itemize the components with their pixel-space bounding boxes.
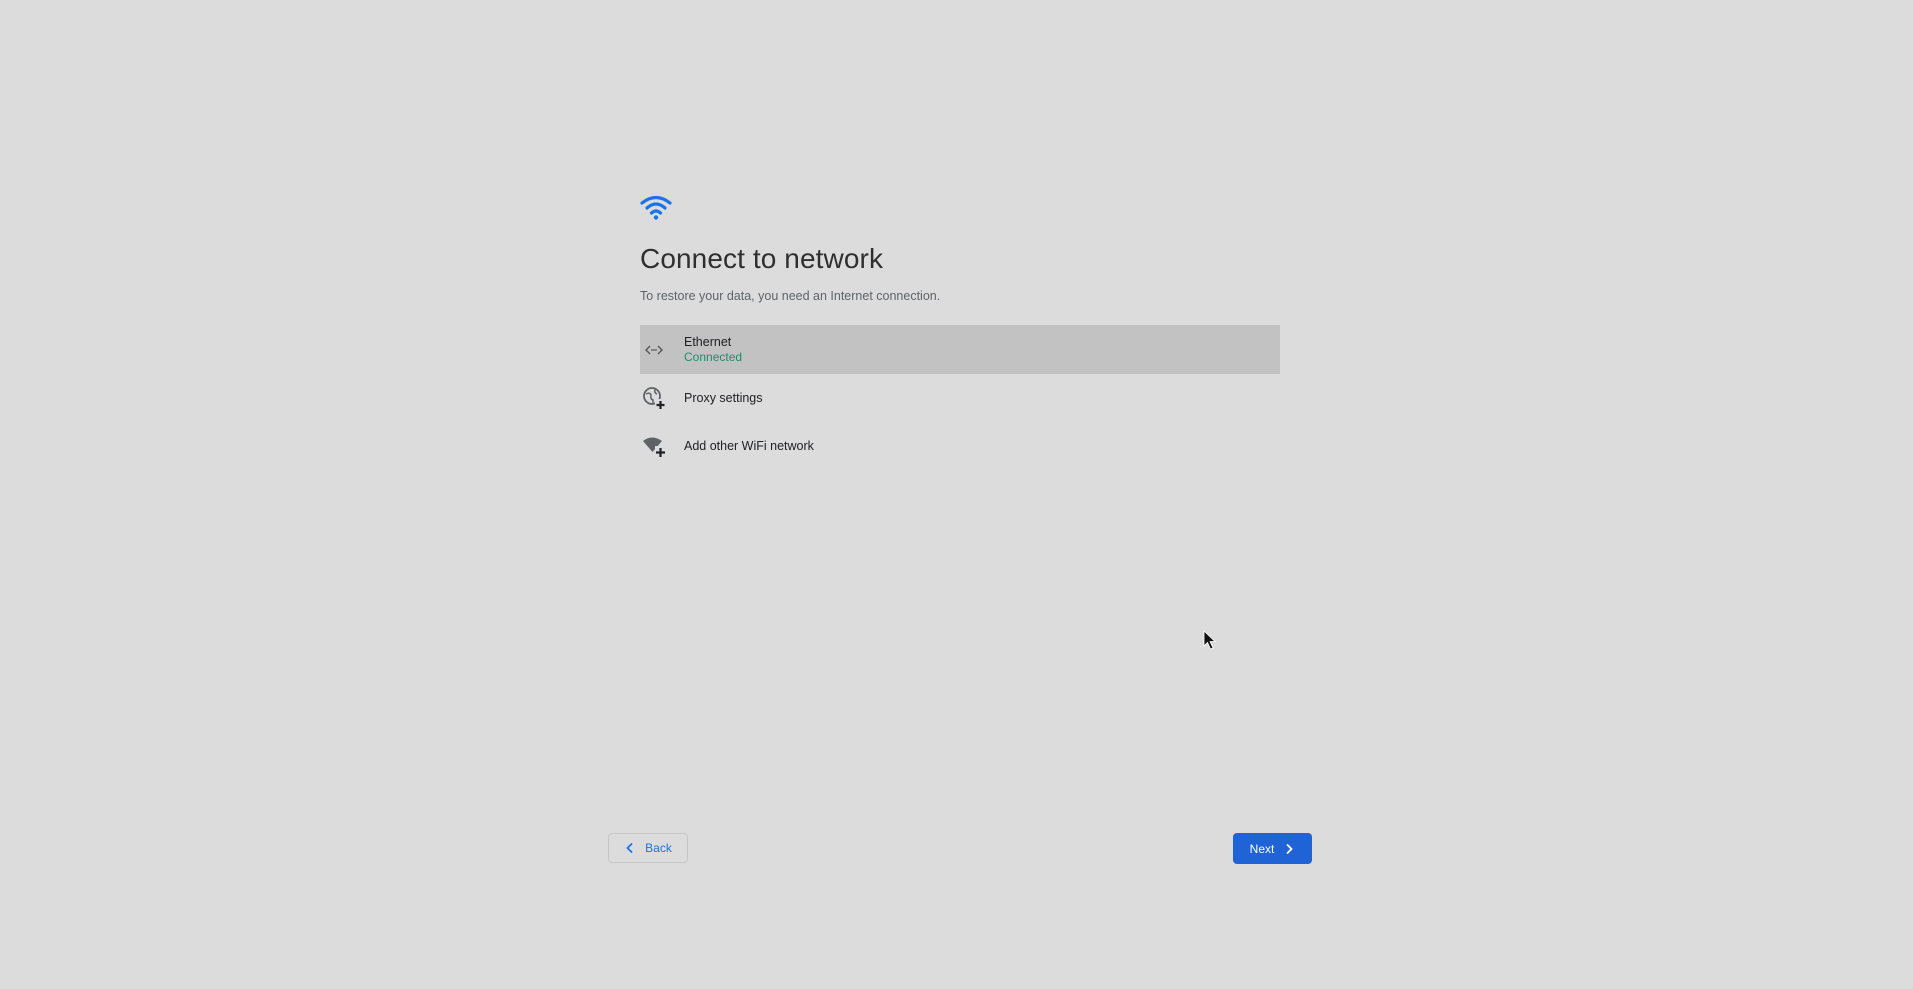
network-name: Add other WiFi network bbox=[684, 438, 814, 453]
network-list: Ethernet Connected Proxy settings Add ot… bbox=[640, 325, 1280, 470]
chevron-left-icon bbox=[624, 842, 636, 854]
network-name: Ethernet bbox=[684, 334, 732, 349]
page-subtitle: To restore your data, you need an Intern… bbox=[640, 289, 941, 303]
wifi-icon bbox=[640, 195, 672, 220]
mouse-cursor-icon bbox=[1203, 630, 1216, 650]
add-wifi-icon bbox=[642, 434, 666, 458]
network-item-text: Proxy settings bbox=[684, 391, 763, 406]
next-button[interactable]: Next bbox=[1233, 833, 1312, 864]
back-button-label: Back bbox=[645, 841, 672, 855]
network-status: Connected bbox=[684, 349, 743, 364]
network-name: Proxy settings bbox=[684, 390, 763, 405]
chevron-right-icon bbox=[1283, 843, 1295, 855]
network-item-ethernet[interactable]: Ethernet Connected bbox=[640, 325, 1280, 374]
oobe-network-screen: Connect to network To restore your data,… bbox=[0, 0, 1913, 989]
ethernet-icon bbox=[642, 338, 666, 362]
proxy-settings-icon bbox=[642, 386, 666, 410]
page-title: Connect to network bbox=[640, 243, 884, 274]
network-item-add-wifi[interactable]: Add other WiFi network bbox=[640, 422, 1280, 470]
network-item-proxy-settings[interactable]: Proxy settings bbox=[640, 374, 1280, 422]
back-button[interactable]: Back bbox=[608, 833, 688, 863]
network-item-text: Ethernet Connected bbox=[684, 335, 742, 365]
next-button-label: Next bbox=[1249, 841, 1275, 856]
network-item-text: Add other WiFi network bbox=[684, 439, 814, 454]
